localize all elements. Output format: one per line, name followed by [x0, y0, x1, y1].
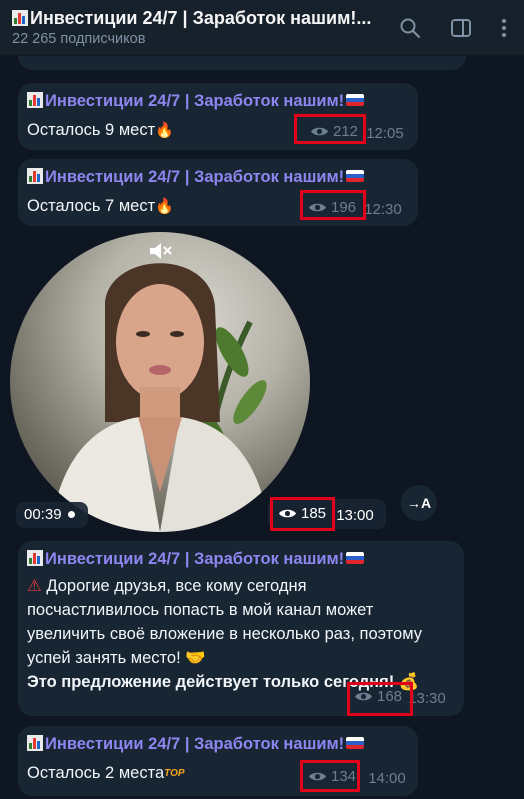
previous-message-bubble[interactable] [18, 56, 466, 70]
chart-icon [12, 10, 28, 26]
channel-name[interactable]: Инвестиции 24/7 | Заработок нашим! [27, 92, 365, 111]
channel-name[interactable]: Инвестиции 24/7 | Заработок нашим! [27, 168, 365, 187]
channel-name[interactable]: Инвестиции 24/7 | Заработок нашим! [27, 550, 365, 569]
flag-icon [346, 737, 365, 749]
translate-button[interactable]: →A [401, 485, 437, 521]
handshake-icon: 🤝 [185, 649, 206, 667]
message-text: Осталось 9 мест🔥 [27, 118, 174, 143]
message-feed[interactable]: Инвестиции 24/7 | Заработок нашим! Остал… [0, 56, 524, 799]
video-message[interactable] [10, 232, 310, 532]
video-frame-image [50, 263, 270, 532]
mute-icon[interactable] [147, 240, 173, 262]
views-highlight [294, 114, 366, 144]
views-highlight [270, 497, 335, 531]
flag-icon [346, 94, 365, 106]
fire-icon: 🔥 [155, 198, 174, 215]
message-time: 13:00 [336, 507, 374, 524]
flag-icon [346, 552, 365, 564]
chart-icon [27, 550, 43, 566]
unread-dot-icon [67, 511, 75, 518]
chart-icon [27, 92, 43, 108]
subscriber-count: 22 265 подписчиков [12, 31, 146, 47]
channel-name[interactable]: Инвестиции 24/7 | Заработок нашим! [27, 735, 365, 754]
message-time: 14:00 [368, 770, 406, 787]
kebab-menu-icon[interactable] [492, 16, 516, 40]
views-highlight [300, 760, 360, 792]
views-highlight [347, 682, 413, 716]
sidebar-toggle-icon[interactable] [449, 16, 473, 40]
chart-icon [27, 735, 43, 751]
message-time: 13:30 [408, 690, 446, 707]
message-time: 12:05 [366, 125, 404, 142]
channel-header[interactable]: Инвестиции 24/7 | Заработок нашим!... 22… [0, 0, 524, 56]
chart-icon [27, 168, 43, 184]
search-icon[interactable] [398, 16, 422, 40]
message-text: Осталось 7 мест🔥 [27, 194, 174, 219]
message-text: ⚠ Дорогие друзья, все кому сегодня посча… [27, 577, 423, 691]
views-highlight [300, 190, 366, 220]
message-text: Осталось 2 местаTOP [27, 764, 185, 782]
video-duration-badge: 00:39 [16, 502, 88, 528]
flag-icon [346, 170, 365, 182]
message-time: 12:30 [364, 201, 402, 218]
warning-icon: ⚠ [27, 577, 42, 595]
channel-title[interactable]: Инвестиции 24/7 | Заработок нашим!... [12, 8, 392, 29]
fire-icon: 🔥 [155, 122, 174, 139]
top-badge: TOP [164, 768, 185, 779]
